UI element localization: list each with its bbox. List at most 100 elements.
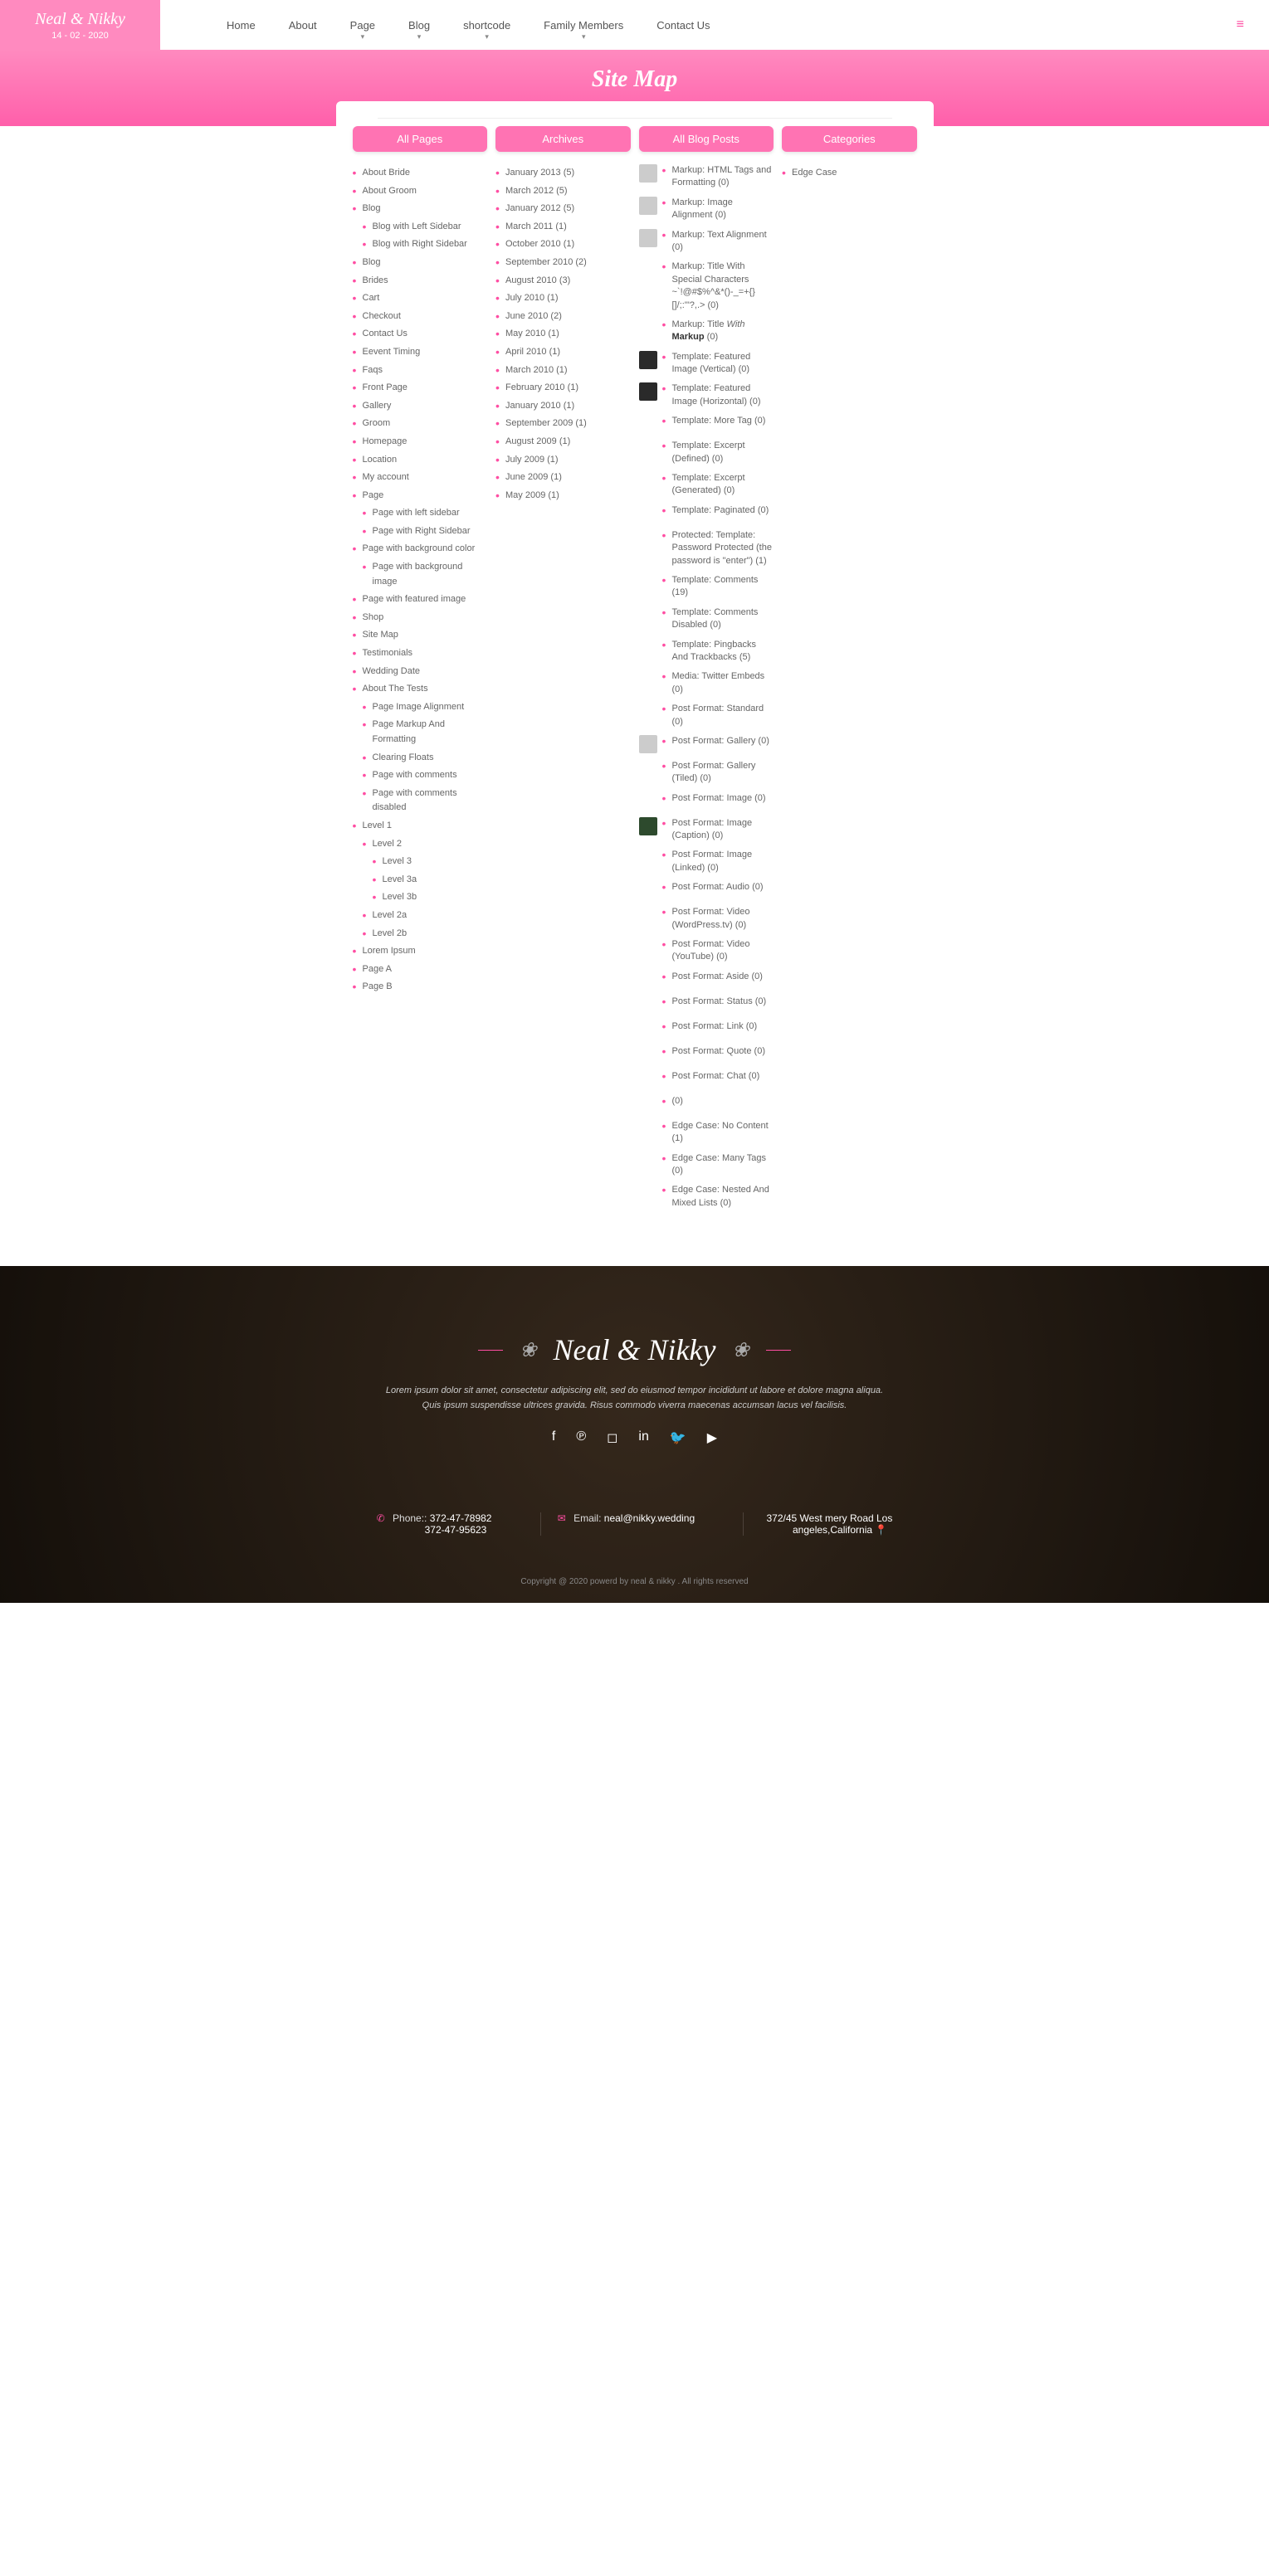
page-link[interactable]: Wedding Date — [353, 663, 488, 681]
page-link[interactable]: Level 3 — [373, 853, 488, 871]
page-link[interactable]: Level 3a — [373, 871, 488, 889]
blog-post-item[interactable]: Edge Case: Many Tags (0) — [639, 1152, 774, 1178]
page-link[interactable]: Level 3b — [373, 889, 488, 907]
blog-post-item[interactable]: Template: Comments (19) — [639, 574, 774, 600]
page-link[interactable]: Level 2a — [363, 907, 488, 925]
nav-item[interactable]: About — [289, 19, 317, 32]
nav-item[interactable]: Home — [227, 19, 256, 32]
page-link[interactable]: Homepage — [353, 433, 488, 451]
page-link[interactable]: Gallery — [353, 397, 488, 416]
nav-item[interactable]: Family Members — [544, 19, 623, 32]
page-link[interactable]: Page with comments — [363, 767, 488, 785]
blog-post-item[interactable]: Post Format: Audio (0) — [639, 881, 774, 899]
page-link[interactable]: Location — [353, 451, 488, 470]
page-link[interactable]: Front Page — [353, 379, 488, 397]
blog-post-item[interactable]: Post Format: Standard (0) — [639, 703, 774, 728]
blog-post-item[interactable]: Post Format: Status (0) — [639, 996, 774, 1014]
archive-link[interactable]: September 2010 (2) — [495, 254, 631, 272]
page-link[interactable]: Blog — [353, 254, 488, 272]
page-link[interactable]: Faqs — [353, 362, 488, 380]
page-link[interactable]: Page with background color — [353, 540, 488, 558]
youtube-icon[interactable]: ▶ — [707, 1429, 717, 1446]
page-link[interactable]: Level 2b — [363, 925, 488, 943]
archive-link[interactable]: April 2010 (1) — [495, 343, 631, 362]
blog-post-item[interactable]: Template: Comments Disabled (0) — [639, 606, 774, 632]
page-link[interactable]: Blog with Left Sidebar — [363, 218, 488, 236]
page-link[interactable]: Testimonials — [353, 645, 488, 663]
nav-item[interactable]: Page — [350, 19, 375, 32]
facebook-icon[interactable]: f — [552, 1429, 555, 1446]
blog-post-item[interactable]: Markup: Text Alignment (0) — [639, 229, 774, 255]
blog-post-item[interactable]: Edge Case: No Content (1) — [639, 1120, 774, 1146]
page-link[interactable]: Shop — [353, 609, 488, 627]
page-link[interactable]: Page with comments disabled — [363, 785, 488, 817]
blog-post-item[interactable]: Markup: Title With Markup (0) — [639, 319, 774, 344]
page-link[interactable]: Checkout — [353, 308, 488, 326]
archive-link[interactable]: March 2012 (5) — [495, 183, 631, 201]
archive-link[interactable]: June 2010 (2) — [495, 308, 631, 326]
page-link[interactable]: Page with featured image — [353, 591, 488, 609]
archive-link[interactable]: February 2010 (1) — [495, 379, 631, 397]
blog-post-item[interactable]: Template: Featured Image (Vertical) (0) — [639, 351, 774, 377]
blog-post-item[interactable]: Post Format: Image (Linked) (0) — [639, 849, 774, 874]
blog-post-item[interactable]: (0) — [639, 1095, 774, 1113]
blog-post-item[interactable]: Post Format: Gallery (Tiled) (0) — [639, 760, 774, 786]
pinterest-icon[interactable]: ℗ — [576, 1429, 586, 1446]
page-link[interactable]: Page B — [353, 978, 488, 996]
blog-post-item[interactable]: Post Format: Video (WordPress.tv) (0) — [639, 906, 774, 932]
archive-link[interactable]: January 2013 (5) — [495, 164, 631, 183]
blog-post-item[interactable]: Media: Twitter Embeds (0) — [639, 670, 774, 696]
archive-link[interactable]: March 2011 (1) — [495, 218, 631, 236]
page-link[interactable]: Contact Us — [353, 325, 488, 343]
page-link[interactable]: Cart — [353, 290, 488, 308]
blog-post-item[interactable]: Post Format: Image (0) — [639, 792, 774, 811]
page-link[interactable]: Clearing Floats — [363, 749, 488, 767]
menu-icon[interactable]: ≡ — [1237, 17, 1244, 32]
page-link[interactable]: Page with Right Sidebar — [363, 523, 488, 541]
blog-post-item[interactable]: Post Format: Video (YouTube) (0) — [639, 938, 774, 964]
page-link[interactable]: Page with background image — [363, 558, 488, 591]
blog-post-item[interactable]: Post Format: Gallery (0) — [639, 735, 774, 753]
archive-link[interactable]: January 2010 (1) — [495, 397, 631, 416]
page-link[interactable]: Lorem Ipsum — [353, 942, 488, 961]
page-link[interactable]: About The Tests — [353, 680, 488, 699]
page-link[interactable]: Page — [353, 487, 488, 505]
page-link[interactable]: Page A — [353, 961, 488, 979]
archive-link[interactable]: July 2010 (1) — [495, 290, 631, 308]
blog-post-item[interactable]: Template: Excerpt (Defined) (0) — [639, 440, 774, 465]
archive-link[interactable]: October 2010 (1) — [495, 236, 631, 254]
page-link[interactable]: My account — [353, 469, 488, 487]
archive-link[interactable]: August 2009 (1) — [495, 433, 631, 451]
blog-post-item[interactable]: Template: Featured Image (Horizontal) (0… — [639, 382, 774, 408]
blog-post-item[interactable]: Markup: Title With Special Characters ~`… — [639, 261, 774, 312]
linkedin-icon[interactable]: in — [638, 1429, 648, 1446]
category-link[interactable]: Edge Case — [782, 164, 917, 183]
nav-item[interactable]: Contact Us — [656, 19, 710, 32]
page-link[interactable]: Page Markup And Formatting — [363, 716, 488, 748]
page-link[interactable]: About Bride — [353, 164, 488, 183]
nav-item[interactable]: Blog — [408, 19, 430, 32]
blog-post-item[interactable]: Post Format: Aside (0) — [639, 971, 774, 989]
blog-post-item[interactable]: Template: Pingbacks And Trackbacks (5) — [639, 639, 774, 665]
page-link[interactable]: About Groom — [353, 183, 488, 201]
blog-post-item[interactable]: Post Format: Link (0) — [639, 1020, 774, 1039]
archive-link[interactable]: March 2010 (1) — [495, 362, 631, 380]
page-link[interactable]: Groom — [353, 415, 488, 433]
blog-post-item[interactable]: Protected: Template: Password Protected … — [639, 529, 774, 567]
nav-item[interactable]: shortcode — [463, 19, 510, 32]
archive-link[interactable]: June 2009 (1) — [495, 469, 631, 487]
archive-link[interactable]: January 2012 (5) — [495, 200, 631, 218]
archive-link[interactable]: September 2009 (1) — [495, 415, 631, 433]
blog-post-item[interactable]: Template: More Tag (0) — [639, 415, 774, 433]
page-link[interactable]: Eevent Timing — [353, 343, 488, 362]
blog-post-item[interactable]: Edge Case: Nested And Mixed Lists (0) — [639, 1184, 774, 1210]
twitter-icon[interactable]: 🐦 — [670, 1429, 686, 1446]
page-link[interactable]: Blog with Right Sidebar — [363, 236, 488, 254]
archive-link[interactable]: May 2010 (1) — [495, 325, 631, 343]
page-link[interactable]: Page with left sidebar — [363, 504, 488, 523]
blog-post-item[interactable]: Markup: Image Alignment (0) — [639, 197, 774, 222]
page-link[interactable]: Page Image Alignment — [363, 699, 488, 717]
blog-post-item[interactable]: Post Format: Quote (0) — [639, 1045, 774, 1064]
blog-post-item[interactable]: Post Format: Chat (0) — [639, 1070, 774, 1088]
page-link[interactable]: Blog — [353, 200, 488, 218]
